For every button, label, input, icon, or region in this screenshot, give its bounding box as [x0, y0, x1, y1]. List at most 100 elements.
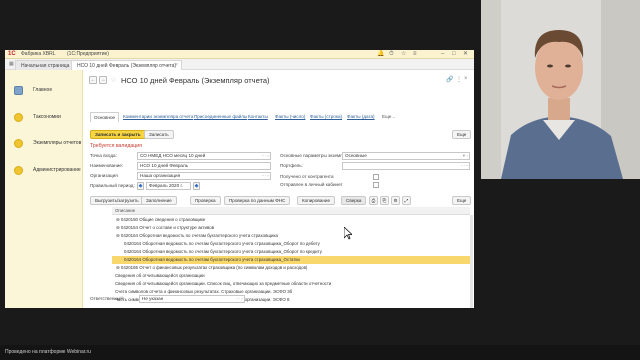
reconcile-button[interactable]: Сверка	[341, 196, 367, 205]
sent-label: Отправлен в личный кабинет	[280, 182, 343, 187]
check-fns-button[interactable]: Проверка по данным ФНС	[224, 196, 291, 205]
tree-toggle-icon[interactable]: ⊖	[112, 265, 121, 270]
period-field[interactable]: Февраль 2020 г.	[146, 182, 191, 190]
webcam-video	[481, 0, 640, 179]
tab-facts-string[interactable]: Факты (строка)	[310, 114, 342, 120]
print-icon[interactable]: ⎙	[369, 196, 378, 205]
tab-main[interactable]: Основное	[90, 112, 120, 122]
forward-arrow-icon[interactable]: →	[99, 76, 107, 84]
save-button[interactable]: Записать	[144, 130, 174, 139]
tab-contacts[interactable]: Контакты	[248, 114, 268, 120]
tree-toggle-icon[interactable]: ⊖	[112, 233, 121, 238]
responsible-field[interactable]: Не указан ⋯ ▫	[139, 295, 245, 303]
sidebar-item-label: Администрирование	[33, 167, 81, 173]
tree-row[interactable]: ⊖ 0420150 Общие сведения о страховщике	[112, 216, 470, 224]
tab-document[interactable]: НСО 10 дней Февраль (Экземпляр отчета)	[71, 60, 183, 70]
entry-point-field[interactable]: СО НМЕД НСО месяц 10 дней ⋯ ▫	[137, 152, 271, 160]
responsible-value: Не указан	[142, 296, 164, 301]
tab-more[interactable]: Еще...	[382, 114, 395, 120]
sidebar: Главное Таксономии Экземпляры отчетов Ад…	[5, 70, 83, 308]
sidebar-item-main[interactable]: Главное	[9, 84, 81, 96]
app-logo: 1С	[8, 51, 16, 57]
tree-row-label: 0420164 Оборотная ведомость по счетам бу…	[124, 257, 300, 262]
upload-download-button[interactable]: Выгрузить/загрузить	[90, 196, 144, 205]
maximize-icon[interactable]: □	[452, 51, 456, 58]
tree-row-label: 0420164 Оборотная ведомость по счетам бу…	[124, 241, 320, 246]
tab-facts-date[interactable]: Факты (дата)	[347, 114, 375, 120]
menu-icon[interactable]: ≡	[413, 51, 417, 58]
minimize-icon[interactable]: –	[441, 51, 444, 58]
settings-icon[interactable]: ⚙	[391, 196, 400, 205]
period-prev-icon[interactable]: ◆	[137, 182, 144, 190]
tab-bar: ▦ Начальная страница НСО 10 дней Февраль…	[5, 59, 474, 70]
sidebar-item-taxonomies[interactable]: Таксономии	[9, 111, 81, 123]
close-icon[interactable]: ✕	[463, 51, 468, 58]
bell-icon[interactable]: 🔔	[377, 51, 384, 58]
tree-row-label: Счета символов отчета о финансовых резул…	[115, 289, 293, 294]
tree-toggle-icon[interactable]	[112, 257, 124, 262]
tab-home[interactable]: Начальная страница	[15, 60, 76, 70]
tree-scrollbar[interactable]	[470, 215, 473, 308]
more-button[interactable]: Еще	[452, 130, 472, 139]
link-icon[interactable]: 🔗	[446, 76, 453, 83]
tree-toggle-icon[interactable]: ⊖	[112, 225, 121, 230]
organization-label: Организация	[90, 173, 118, 178]
check-button[interactable]: Проверка	[190, 196, 221, 205]
organization-field[interactable]: Наша организация ⋯ ▫	[137, 172, 271, 180]
portfolio-field[interactable]: ⋯ ▫	[342, 162, 470, 170]
attach-icon[interactable]: ⎘	[380, 196, 389, 205]
tree-row[interactable]: 0420164 Оборотная ведомость по счетам бу…	[112, 248, 470, 256]
organization-value: Наша организация	[140, 173, 181, 178]
name-label: Наименование:	[90, 163, 124, 168]
tree-row[interactable]: 0420164 Оборотная ведомость по счетам бу…	[112, 240, 470, 248]
sent-checkbox[interactable]	[373, 182, 379, 188]
favorite-star-icon[interactable]: ☆	[110, 76, 117, 84]
tree-row[interactable]: Сведения об отчитывающейся организации. …	[112, 280, 470, 288]
received-label: Получено от контрагента	[280, 174, 334, 179]
history-icon[interactable]: ⏱	[389, 51, 394, 58]
tree-row-label: 0420154 Отчет о составе и структуре акти…	[120, 225, 215, 230]
tree-row[interactable]: ⊖ 0420154 Отчет о составе и структуре ак…	[112, 224, 470, 232]
tree-row-selected[interactable]: 0420164 Оборотная ведомость по счетам бу…	[112, 256, 470, 264]
close-icon[interactable]: ×	[464, 76, 468, 82]
sidebar-item-label: Таксономии	[33, 114, 61, 120]
tree-header-label: Описание	[115, 208, 136, 213]
tree-toggle-icon[interactable]: ⊖	[112, 217, 121, 222]
app-window: 1С Фабрика XBRL (1С:Предприятие) 🔔 ⏱ ☆ ≡…	[5, 50, 474, 308]
period-value: Февраль 2020 г.	[149, 183, 183, 188]
tree-row-label: 0420164 Оборотная ведомость по счетам бу…	[120, 233, 278, 238]
tree-row[interactable]: ⊖ 0420164 Оборотная ведомость по счетам …	[112, 232, 470, 240]
app-subtitle: (1С:Предприятие)	[67, 51, 109, 57]
back-arrow-icon[interactable]: ←	[89, 76, 97, 84]
tree-toggle-icon[interactable]	[112, 241, 124, 246]
sidebar-item-report-instances[interactable]: Экземпляры отчетов	[9, 137, 81, 149]
fill-button[interactable]: Заполнение	[141, 196, 177, 205]
tab-attached-files[interactable]: Присоединенные файлы	[194, 114, 247, 120]
period-next-icon[interactable]: ◆	[193, 182, 200, 190]
copy-button[interactable]: Копирование	[297, 196, 335, 205]
tree-row[interactable]: Сведения об отчитывающейся организации	[112, 272, 470, 280]
sidebar-item-label: Экземпляры отчетов	[33, 140, 82, 146]
screen: { "titlebar": { "logo": "1С", "app_title…	[0, 0, 640, 360]
tree-row[interactable]: ⊖ 0420165 Отчет о финансовых результатах…	[112, 264, 470, 272]
name-field[interactable]: НСО 10 дней Февраль	[137, 162, 271, 170]
grid-icon[interactable]: ▦	[9, 61, 14, 67]
name-value: НСО 10 дней Февраль	[140, 163, 189, 168]
expand-icon[interactable]: ⤢	[402, 196, 411, 205]
administration-icon	[14, 166, 23, 175]
save-and-close-button[interactable]: Записать и закрыть	[90, 130, 146, 139]
sidebar-item-label: Главное	[33, 87, 53, 93]
entry-point-label: Точка входа:	[90, 153, 117, 158]
more-button-toolbar[interactable]: Еще	[452, 196, 472, 205]
tab-close-icon[interactable]: ×	[175, 60, 178, 70]
tab-facts-number[interactable]: Факты (число)	[275, 114, 305, 120]
tree-toggle-icon[interactable]	[112, 249, 124, 254]
footer-text: Проведено на платформе Webinar.ru	[5, 349, 91, 355]
params-field[interactable]: Основные ▾ ▫	[342, 152, 470, 160]
period-label: Правильный период:	[90, 183, 135, 188]
star-icon[interactable]: ☆	[401, 51, 406, 58]
tab-comments[interactable]: Комментарии экземпляра отчета	[123, 114, 193, 120]
sidebar-item-administration[interactable]: Администрирование	[9, 164, 81, 176]
received-checkbox[interactable]	[373, 174, 379, 180]
more-vert-icon[interactable]: ⋮	[456, 76, 462, 83]
